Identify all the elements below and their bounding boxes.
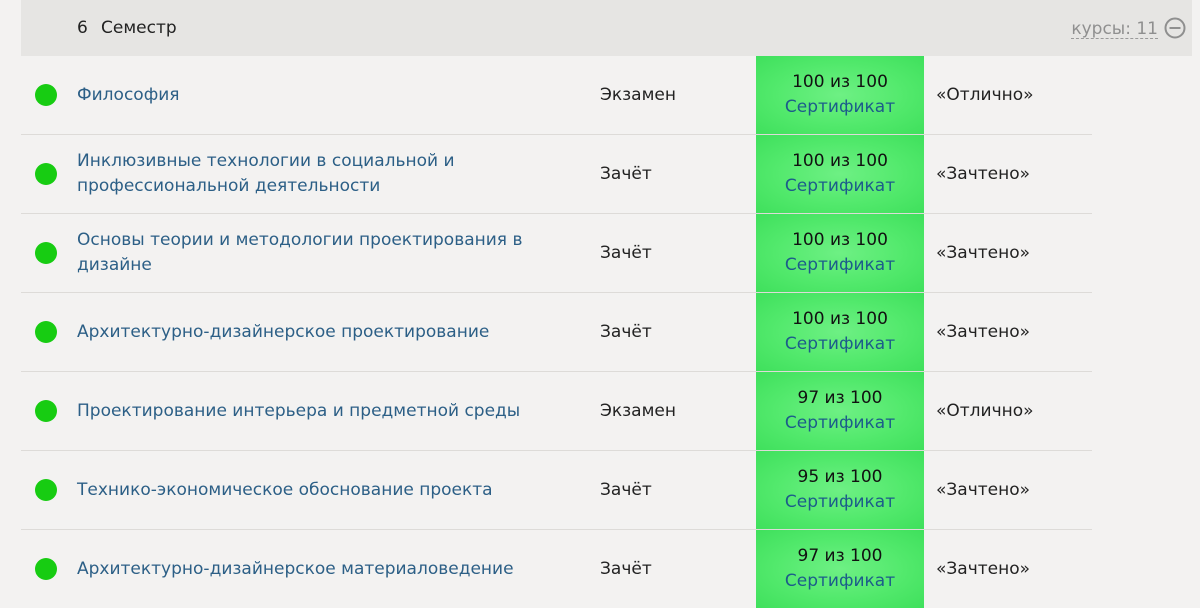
course-cell: Архитектурно-дизайнерское проектирование [77, 293, 597, 371]
certificate-link[interactable]: Сертификат [785, 490, 895, 515]
status-dot-icon [35, 163, 57, 185]
score-cell: 97 из 100 Сертификат [756, 530, 924, 608]
score-cell: 95 из 100 Сертификат [756, 451, 924, 529]
courses-count-toggle[interactable]: курсы: 11 [1071, 20, 1158, 39]
score-cell: 100 из 100 Сертификат [756, 135, 924, 213]
course-cell: Инклюзивные технологии в социальной и пр… [77, 135, 597, 213]
course-name-link[interactable]: Технико-экономическое обоснование проект… [77, 478, 493, 503]
course-name-link[interactable]: Основы теории и методологии проектирован… [77, 228, 597, 278]
assessment-type: Зачёт [600, 559, 652, 579]
certificate-link[interactable]: Сертификат [785, 174, 895, 199]
final-grade: «Зачтено» [936, 164, 1031, 184]
status-dot-icon [35, 400, 57, 422]
score-cell: 100 из 100 Сертификат [756, 56, 924, 134]
score-value: 97 из 100 [797, 546, 883, 566]
semester-header: 6 Семестр курсы: 11 [21, 0, 1192, 56]
score-value: 95 из 100 [797, 467, 883, 487]
course-list: Философия Экзамен 100 из 100 Сертификат … [21, 56, 1092, 608]
score-value: 100 из 100 [792, 151, 888, 171]
final-grade: «Зачтено» [936, 559, 1031, 579]
course-cell: Проектирование интерьера и предметной ср… [77, 372, 597, 450]
status-dot-icon [35, 84, 57, 106]
course-cell: Технико-экономическое обоснование проект… [77, 451, 597, 529]
assessment-type: Зачёт [600, 164, 652, 184]
final-grade: «Зачтено» [936, 480, 1031, 500]
certificate-link[interactable]: Сертификат [785, 411, 895, 436]
certificate-link[interactable]: Сертификат [785, 569, 895, 594]
score-value: 100 из 100 [792, 72, 888, 92]
status-dot-icon [35, 479, 57, 501]
final-grade: «Отлично» [936, 85, 1034, 105]
assessment-type: Зачёт [600, 243, 652, 263]
course-row: Архитектурно-дизайнерское проектирование… [21, 293, 1092, 372]
course-name-link[interactable]: Проектирование интерьера и предметной ср… [77, 399, 520, 424]
course-row: Философия Экзамен 100 из 100 Сертификат … [21, 56, 1092, 135]
course-name-link[interactable]: Инклюзивные технологии в социальной и пр… [77, 149, 597, 199]
assessment-type: Экзамен [600, 401, 676, 421]
score-value: 97 из 100 [797, 388, 883, 408]
status-dot-icon [35, 242, 57, 264]
status-dot-icon [35, 558, 57, 580]
semester-number: 6 [77, 18, 88, 38]
course-row: Проектирование интерьера и предметной ср… [21, 372, 1092, 451]
certificate-link[interactable]: Сертификат [785, 95, 895, 120]
course-cell: Философия [77, 56, 597, 134]
final-grade: «Зачтено» [936, 322, 1031, 342]
score-value: 100 из 100 [792, 309, 888, 329]
assessment-type: Зачёт [600, 322, 652, 342]
final-grade: «Отлично» [936, 401, 1034, 421]
course-cell: Архитектурно-дизайнерское материаловеден… [77, 530, 597, 608]
assessment-type: Экзамен [600, 85, 676, 105]
course-name-link[interactable]: Философия [77, 83, 180, 108]
certificate-link[interactable]: Сертификат [785, 332, 895, 357]
course-row: Технико-экономическое обоснование проект… [21, 451, 1092, 530]
course-cell: Основы теории и методологии проектирован… [77, 214, 597, 292]
minus-circle-icon[interactable] [1164, 17, 1186, 39]
semester-title: Семестр [101, 18, 177, 38]
score-cell: 100 из 100 Сертификат [756, 214, 924, 292]
course-row: Архитектурно-дизайнерское материаловеден… [21, 530, 1092, 608]
certificate-link[interactable]: Сертификат [785, 253, 895, 278]
course-name-link[interactable]: Архитектурно-дизайнерское материаловеден… [77, 557, 514, 582]
course-row: Инклюзивные технологии в социальной и пр… [21, 135, 1092, 214]
course-name-link[interactable]: Архитектурно-дизайнерское проектирование [77, 320, 489, 345]
final-grade: «Зачтено» [936, 243, 1031, 263]
status-dot-icon [35, 321, 57, 343]
score-cell: 97 из 100 Сертификат [756, 372, 924, 450]
score-value: 100 из 100 [792, 230, 888, 250]
assessment-type: Зачёт [600, 480, 652, 500]
score-cell: 100 из 100 Сертификат [756, 293, 924, 371]
course-row: Основы теории и методологии проектирован… [21, 214, 1092, 293]
